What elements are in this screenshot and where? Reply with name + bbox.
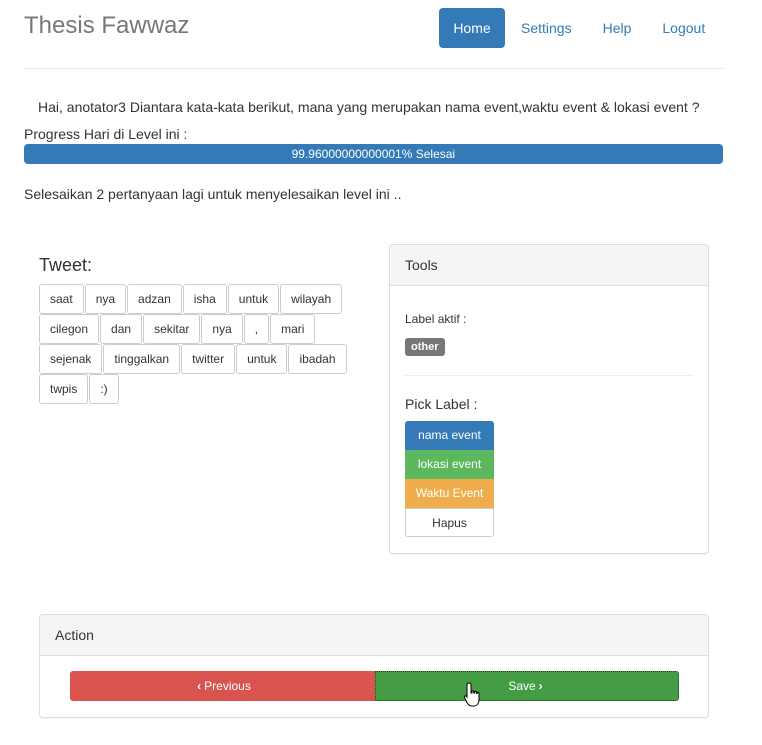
header-divider xyxy=(24,68,723,69)
tweet-token-button[interactable]: ibadah xyxy=(288,344,347,374)
tweet-token-button[interactable]: adzan xyxy=(127,284,182,314)
tweet-token-button[interactable]: :) xyxy=(89,374,119,404)
active-label-caption: Label aktif : xyxy=(405,312,467,326)
pick-label-caption: Pick Label : xyxy=(405,396,478,412)
chevron-left-icon: ‹ xyxy=(197,679,202,693)
tweet-token-button[interactable]: untuk xyxy=(236,344,288,374)
active-label-badge: other xyxy=(405,338,445,356)
save-button[interactable]: Save › xyxy=(375,671,679,701)
tweet-token-button[interactable]: , xyxy=(243,314,270,344)
tools-panel: Tools Label aktif : other Pick Label : n… xyxy=(389,244,709,554)
nav-logout[interactable]: Logout xyxy=(662,8,705,48)
action-panel: Action ‹ Previous Save › xyxy=(39,614,709,718)
tweet-token-button[interactable]: dan xyxy=(100,314,143,344)
progress-bar: 99.96000000000001% Selesai xyxy=(24,144,723,164)
tweet-token-button[interactable]: wilayah xyxy=(280,284,343,314)
tweet-token-list: saat nya adzan isha untuk wilayah cilegon dan se… xyxy=(39,284,359,404)
brand-title[interactable]: Thesis Fawwaz xyxy=(24,12,189,40)
nav-settings[interactable]: Settings xyxy=(521,8,572,48)
tweet-token-button[interactable]: saat xyxy=(39,284,84,314)
tweet-title: Tweet: xyxy=(39,255,93,275)
progress-fill: 99.96000000000001% Selesai xyxy=(24,144,723,164)
nav-help[interactable]: Help xyxy=(603,8,632,48)
label-lokasi-event-button[interactable]: lokasi event xyxy=(405,450,494,479)
hand-pointer-cursor-icon xyxy=(463,682,480,707)
top-nav: Home Settings Help Logout xyxy=(439,8,705,48)
tweet-token-button[interactable]: twitter xyxy=(181,344,236,374)
tweet-token-button[interactable]: twpis xyxy=(39,374,89,404)
save-label: Save xyxy=(508,679,536,693)
remaining-text: Selesaikan 2 pertanyaan lagi untuk menye… xyxy=(24,186,402,202)
tweet-token-button[interactable]: tinggalkan xyxy=(103,344,181,374)
tweet-token-button[interactable]: isha xyxy=(182,284,227,314)
previous-button[interactable]: ‹ Previous xyxy=(70,671,375,701)
tweet-token-button[interactable]: mari xyxy=(270,314,316,344)
tools-divider xyxy=(405,375,693,376)
tweet-token-button[interactable]: nya xyxy=(84,284,127,314)
nav-home[interactable]: Home xyxy=(439,8,505,48)
tweet-token-button[interactable]: sekitar xyxy=(143,314,201,344)
previous-label: Previous xyxy=(204,679,251,693)
tweet-token-button[interactable]: sejenak xyxy=(39,344,103,374)
tweet-token-button[interactable]: untuk xyxy=(227,284,280,314)
annotation-page: Thesis Fawwaz Home Settings Help Logout … xyxy=(0,0,762,745)
progress-label: Progress Hari di Level ini : xyxy=(24,126,188,142)
label-hapus-button[interactable]: Hapus xyxy=(405,508,494,537)
tweet-token-button[interactable]: cilegon xyxy=(39,314,100,344)
label-button-group: nama event lokasi event Waktu Event Hapu… xyxy=(405,421,494,537)
action-heading: Action xyxy=(40,615,708,656)
label-nama-event-button[interactable]: nama event xyxy=(405,421,494,450)
tools-heading: Tools xyxy=(390,245,708,286)
question-text: Hai, anotator3 Diantara kata-kata beriku… xyxy=(38,99,700,115)
tweet-token-button[interactable]: nya xyxy=(201,314,243,344)
chevron-right-icon: › xyxy=(538,679,543,693)
label-waktu-event-button[interactable]: Waktu Event xyxy=(405,479,494,508)
